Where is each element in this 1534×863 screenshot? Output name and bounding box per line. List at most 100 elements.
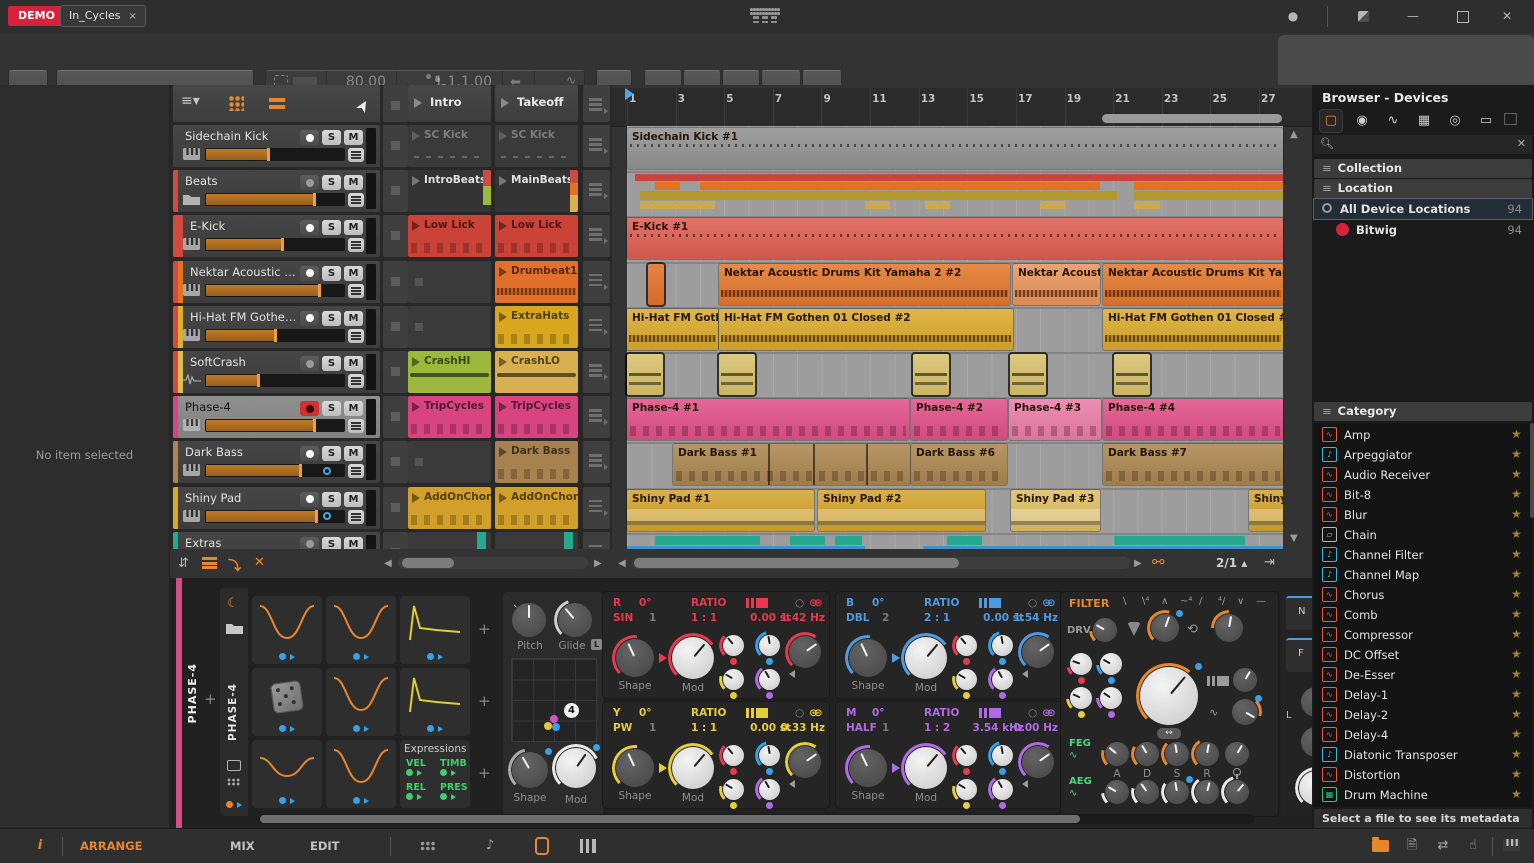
arranger-ruler[interactable]: 13579111315171921232527 xyxy=(612,88,1312,127)
view-toggle-edit[interactable]: EDIT xyxy=(310,829,340,863)
volume-thumb[interactable] xyxy=(267,148,270,161)
volume-thumb[interactable] xyxy=(257,374,260,387)
category-item-channel-filter[interactable]: ♪Channel Filter★ xyxy=(1314,545,1532,565)
mute-button[interactable]: M xyxy=(344,266,363,281)
zoom-to-fit-icon[interactable]: ⇥ xyxy=(1264,555,1275,570)
track-row-shiny-pad[interactable]: Shiny PadSM xyxy=(173,487,380,529)
project-tab[interactable]: In_Cycles× xyxy=(60,5,146,27)
category-item-distortion[interactable]: ∿Distortion★ xyxy=(1314,765,1532,785)
favorite-star-icon[interactable]: ★ xyxy=(1511,508,1524,521)
browser-toggle-folder-icon[interactable] xyxy=(1372,840,1389,852)
stop-all-clips-icon[interactable]: ✕ xyxy=(254,555,265,570)
osc-keytrack-icon[interactable] xyxy=(979,598,1001,608)
clip-stop-button[interactable] xyxy=(383,215,408,257)
osc-mode-num[interactable]: 2 xyxy=(882,612,889,624)
osc-shape-knob[interactable] xyxy=(849,639,887,677)
mod-amount-dot[interactable] xyxy=(999,658,1006,665)
launcher-scroll-right[interactable]: ▶ xyxy=(594,558,602,569)
mod-amount-dot[interactable] xyxy=(963,768,970,775)
add-modulator-button[interactable]: + xyxy=(478,620,491,638)
osc-modamt-red[interactable] xyxy=(956,745,977,766)
osc-mode[interactable]: HALF xyxy=(846,722,877,734)
clip-stop-button[interactable] xyxy=(383,441,408,483)
clip-lane-menu[interactable] xyxy=(583,441,610,483)
clip-lane-menu[interactable] xyxy=(583,396,610,438)
filter-cutoff-knob[interactable] xyxy=(1140,667,1198,725)
osc-modamt-yellow[interactable] xyxy=(723,669,744,690)
filter-modamt-red[interactable] xyxy=(1070,653,1092,675)
clip-lane-menu[interactable] xyxy=(583,487,610,529)
scene-stop-column-header[interactable] xyxy=(383,85,408,122)
clip-slot[interactable]: MainBeats xyxy=(495,170,578,212)
osc-modamt-purple[interactable] xyxy=(759,779,780,800)
browser-tab-devices-icon[interactable]: ▢ xyxy=(1320,110,1342,132)
category-item-diatonic-transposer[interactable]: ♪Diatonic Transposer★ xyxy=(1314,745,1532,765)
arranger-clip[interactable]: Shiny Pad #2 xyxy=(818,490,985,531)
mute-button[interactable]: M xyxy=(344,311,363,326)
favorite-star-icon[interactable]: ★ xyxy=(1511,668,1524,681)
volume-thumb[interactable] xyxy=(313,193,316,206)
arranger-clip[interactable] xyxy=(1114,354,1150,395)
launcher-scrollbar[interactable] xyxy=(398,557,588,569)
modulator-slot-sine[interactable] xyxy=(326,740,396,808)
location-item-bitwig[interactable]: Bitwig94 xyxy=(1314,220,1532,240)
arranger-clip[interactable]: Phase-4 #4 xyxy=(1103,399,1283,440)
feg-knob-1[interactable] xyxy=(1135,742,1159,766)
solo-button[interactable]: S xyxy=(322,446,341,461)
arranger-clip[interactable]: Shiny Pad xyxy=(1249,490,1283,531)
favorite-star-icon[interactable]: ★ xyxy=(1511,608,1524,621)
volume-thumb[interactable] xyxy=(274,329,277,342)
osc-mode-num[interactable]: 1 xyxy=(649,612,656,624)
follow-playback-icon[interactable]: ⤵ xyxy=(228,555,241,574)
modulator-slot-sine[interactable] xyxy=(326,668,396,736)
favorite-star-icon[interactable]: ★ xyxy=(1511,648,1524,661)
modulator-slot-env[interactable] xyxy=(400,668,470,736)
filter-loop-icon[interactable]: ⟲ xyxy=(1187,622,1198,637)
category-item-chain[interactable]: ▱Chain★ xyxy=(1314,525,1532,545)
mod-amount-dot[interactable] xyxy=(730,802,737,809)
filter-shape-icon[interactable]: \ xyxy=(1123,596,1126,607)
tab-close-icon[interactable]: × xyxy=(129,11,137,22)
filter-shape-icon[interactable]: — xyxy=(1256,596,1266,607)
aeg-knob-2[interactable] xyxy=(1165,780,1189,804)
osc-mod-knob[interactable] xyxy=(672,637,714,679)
record-arm-button[interactable] xyxy=(300,401,319,416)
pan-dot[interactable] xyxy=(323,512,331,520)
playhead-marker-icon[interactable] xyxy=(625,88,634,100)
osc-shape-knob[interactable] xyxy=(616,639,654,677)
mod-amount-dot[interactable] xyxy=(766,658,773,665)
favorite-star-icon[interactable]: ★ xyxy=(1511,568,1524,581)
category-item-blur[interactable]: ∿Blur★ xyxy=(1314,505,1532,525)
osc-phase[interactable]: 0° xyxy=(639,597,652,609)
arranger-clip[interactable]: Sidechain Kick #1 xyxy=(627,128,1283,169)
scene-header-takeoff[interactable]: Takeoff xyxy=(495,85,578,122)
arranger-clip[interactable]: Phase-4 #3 xyxy=(1009,399,1101,440)
mod-amount-dot[interactable] xyxy=(730,692,737,699)
category-item-compressor[interactable]: ∿Compressor★ xyxy=(1314,625,1532,645)
mute-button[interactable]: M xyxy=(344,401,363,416)
mod-amount-dot[interactable] xyxy=(730,658,737,665)
arranger-clip[interactable]: Dark Bass #7 xyxy=(1103,444,1283,485)
feg-knob-2[interactable] xyxy=(1165,742,1189,766)
solo-button[interactable]: S xyxy=(322,356,341,371)
clip-slot[interactable]: CrashHI xyxy=(408,351,491,393)
touch-mode-icon[interactable]: ☝ xyxy=(1463,829,1483,863)
filter-shape-icon[interactable]: \⁴ xyxy=(1142,596,1149,607)
expression-mod-indicator[interactable] xyxy=(440,769,456,776)
pointer-tool-icon[interactable]: ➤ xyxy=(351,88,381,118)
volume-thumb[interactable] xyxy=(313,419,316,432)
osc-modamt-purple[interactable] xyxy=(992,669,1013,690)
favorite-star-icon[interactable]: ★ xyxy=(1511,788,1524,801)
volume-thumb[interactable] xyxy=(318,284,321,297)
track-row-sidechain-kick[interactable]: Sidechain KickSM xyxy=(173,125,380,167)
osc-keytrack-icon[interactable] xyxy=(746,598,768,608)
osc-mode-num[interactable]: 1 xyxy=(882,722,889,734)
favorite-star-icon[interactable]: ★ xyxy=(1511,628,1524,641)
mod-source-indicator[interactable] xyxy=(427,725,443,732)
clip-slot[interactable] xyxy=(408,441,491,483)
glide-knob[interactable] xyxy=(558,603,592,637)
modulator-slot-env[interactable] xyxy=(400,596,470,664)
mute-button[interactable]: M xyxy=(344,356,363,371)
global-mod-knob[interactable] xyxy=(556,748,596,788)
track-row-e-kick[interactable]: E-KickSM xyxy=(173,215,380,257)
